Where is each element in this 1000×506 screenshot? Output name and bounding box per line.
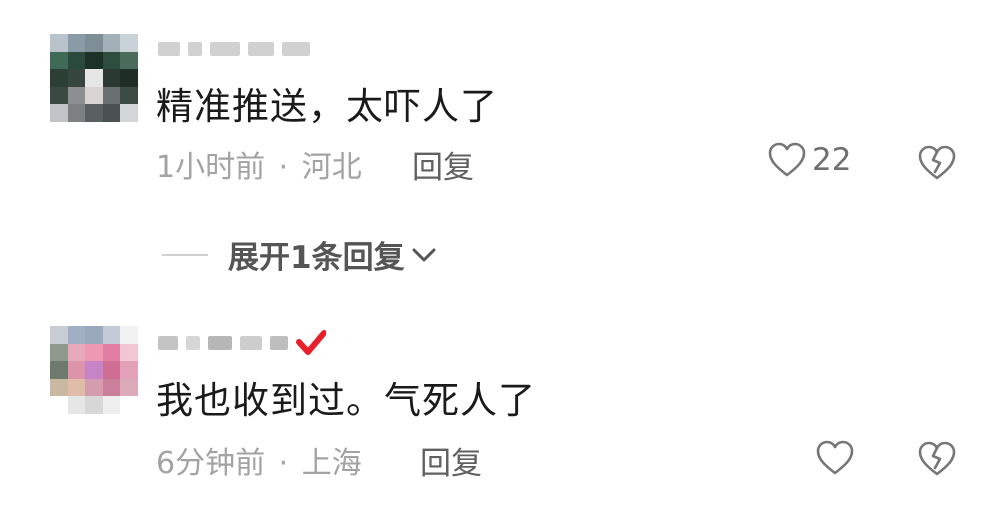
red-checkmark-badge-icon [296, 330, 326, 355]
reply-button[interactable]: 回复 [412, 142, 474, 187]
comment-meta: 6分钟前 · 上海 [156, 438, 362, 482]
meta-separator: · [278, 150, 289, 185]
like-count: 22 [812, 142, 852, 178]
reply-button[interactable]: 回复 [420, 438, 482, 483]
comment-text: 我也收到过。气死人了 [156, 379, 536, 422]
comment-location: 上海 [301, 446, 362, 481]
chevron-down-icon [412, 248, 436, 261]
comment-meta: 1小时前 · 河北 [156, 142, 362, 186]
expand-replies-label: 展开1条回复 [228, 240, 405, 276]
heart-outline-icon [816, 440, 854, 475]
redacted-block [208, 336, 232, 350]
redacted-block [270, 336, 288, 350]
username-redacted[interactable] [158, 38, 310, 60]
comment-time: 6分钟前 [156, 446, 266, 481]
redacted-block [210, 42, 240, 56]
comment-time: 1小时前 [156, 150, 266, 185]
broken-heart-icon[interactable] [918, 441, 956, 477]
comment-text: 精准推送，太吓人了 [156, 85, 498, 128]
broken-heart-icon[interactable] [918, 145, 956, 181]
redacted-block [158, 42, 180, 56]
redacted-block [248, 42, 274, 56]
meta-separator: · [278, 446, 289, 481]
comment-location: 河北 [301, 150, 362, 185]
expand-replies-button[interactable]: 展开1条回复 [162, 232, 437, 277]
redacted-block [240, 336, 262, 350]
avatar[interactable] [50, 34, 138, 122]
redacted-block [282, 42, 310, 56]
redacted-block [158, 336, 178, 350]
expand-divider [162, 253, 208, 256]
redacted-block [186, 336, 200, 350]
like-button[interactable]: 22 [768, 142, 851, 178]
avatar[interactable] [50, 326, 138, 414]
username-redacted[interactable] [158, 330, 326, 355]
redacted-block [188, 42, 202, 56]
like-button[interactable] [816, 440, 860, 476]
heart-outline-icon [768, 142, 806, 177]
